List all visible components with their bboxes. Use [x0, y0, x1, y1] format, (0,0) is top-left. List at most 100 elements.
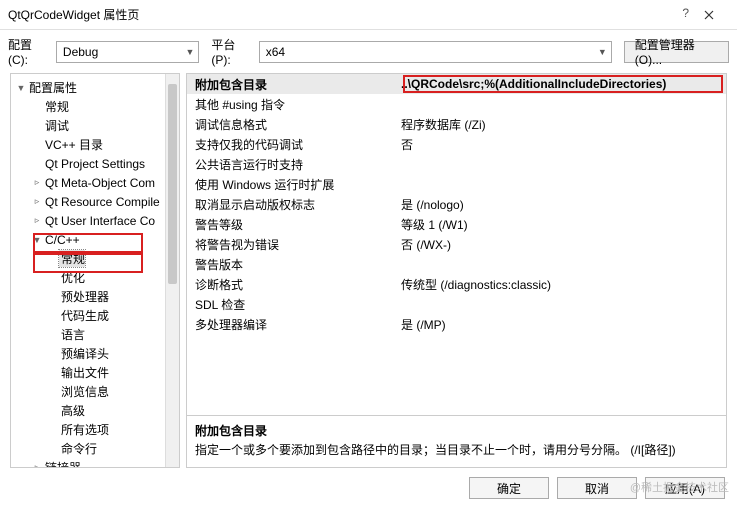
tree-item-label: C/C++ [43, 233, 80, 247]
property-value[interactable]: 是 (/MP) [397, 316, 726, 333]
tree-item[interactable]: 高级 [11, 401, 179, 420]
config-manager-button[interactable]: 配置管理器(O)... [624, 41, 729, 63]
tree-item-label: 预处理器 [59, 288, 109, 305]
property-name: 诊断格式 [187, 276, 397, 293]
property-name: 警告等级 [187, 216, 397, 233]
chevron-down-icon: ▼ [594, 47, 607, 57]
tree-item-label: Qt Resource Compile [43, 195, 160, 209]
platform-combo[interactable]: x64 ▼ [259, 41, 612, 63]
tree-item[interactable]: 常规 [11, 249, 179, 268]
config-label: 配置(C): [8, 36, 50, 67]
property-row[interactable]: 公共语言运行时支持 [187, 154, 726, 174]
property-name: 公共语言运行时支持 [187, 156, 397, 173]
tree-item[interactable]: 输出文件 [11, 363, 179, 382]
tree-item-label: Qt Meta-Object Com [43, 176, 155, 190]
property-name: 调试信息格式 [187, 116, 397, 133]
config-value: Debug [63, 45, 182, 59]
property-name: SDL 检查 [187, 296, 397, 313]
property-name: 使用 Windows 运行时扩展 [187, 176, 397, 193]
config-combo[interactable]: Debug ▼ [56, 41, 199, 63]
tree-item[interactable]: Qt Project Settings [11, 154, 179, 173]
tree-item-label: 调试 [43, 117, 69, 134]
property-name: 多处理器编译 [187, 316, 397, 333]
property-name: 支持仅我的代码调试 [187, 136, 397, 153]
tree-item[interactable]: ▹链接器 [11, 458, 179, 467]
tree-item[interactable]: 预处理器 [11, 287, 179, 306]
property-name: 取消显示启动版权标志 [187, 196, 397, 213]
help-icon[interactable]: ? [682, 6, 689, 20]
property-value[interactable]: 传统型 (/diagnostics:classic) [397, 276, 726, 293]
property-value[interactable]: 等级 1 (/W1) [397, 216, 726, 233]
tree-item[interactable]: ▼C/C++ [11, 230, 179, 249]
property-value[interactable]: ..\QRCode\src;%(AdditionalIncludeDirecto… [397, 77, 726, 91]
tree-item[interactable]: 优化 [11, 268, 179, 287]
description-text: 指定一个或多个要添加到包含路径中的目录；当目录不止一个时，请用分号分隔。 (/I… [195, 441, 718, 458]
tree-item-label: 浏览信息 [59, 383, 109, 400]
tree-item-label: Qt Project Settings [43, 157, 145, 171]
tree-twist-icon: ▼ [31, 235, 43, 245]
tree-item[interactable]: ▼配置属性 [11, 78, 179, 97]
property-row[interactable]: 附加包含目录..\QRCode\src;%(AdditionalIncludeD… [187, 74, 726, 94]
tree-item[interactable]: 调试 [11, 116, 179, 135]
platform-label: 平台(P): [211, 36, 252, 67]
tree-item-label: VC++ 目录 [43, 136, 103, 153]
property-row[interactable]: 将警告视为错误否 (/WX-) [187, 234, 726, 254]
property-row[interactable]: 诊断格式传统型 (/diagnostics:classic) [187, 274, 726, 294]
tree-item[interactable]: 预编译头 [11, 344, 179, 363]
tree-twist-icon: ▼ [15, 83, 27, 93]
window-title: QtQrCodeWidget 属性页 [8, 6, 689, 23]
property-row[interactable]: SDL 检查 [187, 294, 726, 314]
platform-value: x64 [266, 45, 594, 59]
tree-twist-icon: ▹ [31, 196, 43, 207]
property-value[interactable]: 否 [397, 136, 726, 153]
tree-item[interactable]: 代码生成 [11, 306, 179, 325]
tree-item-label: 代码生成 [59, 307, 109, 324]
property-value[interactable]: 程序数据库 (/Zi) [397, 116, 726, 133]
property-row[interactable]: 支持仅我的代码调试否 [187, 134, 726, 154]
tree-item[interactable]: 所有选项 [11, 420, 179, 439]
tree-item-label: 优化 [59, 269, 85, 286]
description-panel: 附加包含目录 指定一个或多个要添加到包含路径中的目录；当目录不止一个时，请用分号… [186, 416, 727, 468]
tree-item[interactable]: 语言 [11, 325, 179, 344]
cancel-button[interactable]: 取消 [557, 477, 637, 499]
tree-item[interactable]: ▹Qt User Interface Co [11, 211, 179, 230]
tree-item-label: 链接器 [43, 459, 81, 467]
property-name: 其他 #using 指令 [187, 96, 397, 113]
property-grid: 附加包含目录..\QRCode\src;%(AdditionalIncludeD… [186, 73, 727, 416]
property-row[interactable]: 其他 #using 指令 [187, 94, 726, 114]
apply-button[interactable]: 应用(A) [645, 477, 725, 499]
property-row[interactable]: 使用 Windows 运行时扩展 [187, 174, 726, 194]
property-row[interactable]: 多处理器编译是 (/MP) [187, 314, 726, 334]
property-row[interactable]: 调试信息格式程序数据库 (/Zi) [187, 114, 726, 134]
tree-item[interactable]: 命令行 [11, 439, 179, 458]
tree-twist-icon: ▹ [31, 177, 43, 188]
tree-item-label: 命令行 [59, 440, 97, 457]
description-title: 附加包含目录 [195, 422, 718, 439]
property-name: 将警告视为错误 [187, 236, 397, 253]
property-row[interactable]: 警告等级等级 1 (/W1) [187, 214, 726, 234]
tree-item-label: 常规 [59, 250, 85, 267]
close-icon[interactable] [689, 1, 729, 29]
property-value[interactable]: 是 (/nologo) [397, 196, 726, 213]
ok-button[interactable]: 确定 [469, 477, 549, 499]
tree-item-label: 预编译头 [59, 345, 109, 362]
tree-twist-icon: ▹ [31, 462, 43, 467]
tree-item-label: 输出文件 [59, 364, 109, 381]
tree-panel: ▼配置属性常规调试VC++ 目录Qt Project Settings▹Qt M… [10, 73, 180, 468]
scrollbar[interactable] [165, 74, 179, 467]
property-name: 警告版本 [187, 256, 397, 273]
tree-item-label: 所有选项 [59, 421, 109, 438]
tree-item[interactable]: 浏览信息 [11, 382, 179, 401]
chevron-down-icon: ▼ [181, 47, 194, 57]
property-value[interactable]: 否 (/WX-) [397, 236, 726, 253]
tree-item-label: Qt User Interface Co [43, 214, 155, 228]
tree-item[interactable]: ▹Qt Meta-Object Com [11, 173, 179, 192]
tree-item[interactable]: ▹Qt Resource Compile [11, 192, 179, 211]
property-row[interactable]: 取消显示启动版权标志是 (/nologo) [187, 194, 726, 214]
tree-item[interactable]: VC++ 目录 [11, 135, 179, 154]
tree-item[interactable]: 常规 [11, 97, 179, 116]
tree-item-label: 高级 [59, 402, 85, 419]
tree-item-label: 常规 [43, 98, 69, 115]
tree-item-label: 语言 [59, 326, 85, 343]
property-row[interactable]: 警告版本 [187, 254, 726, 274]
